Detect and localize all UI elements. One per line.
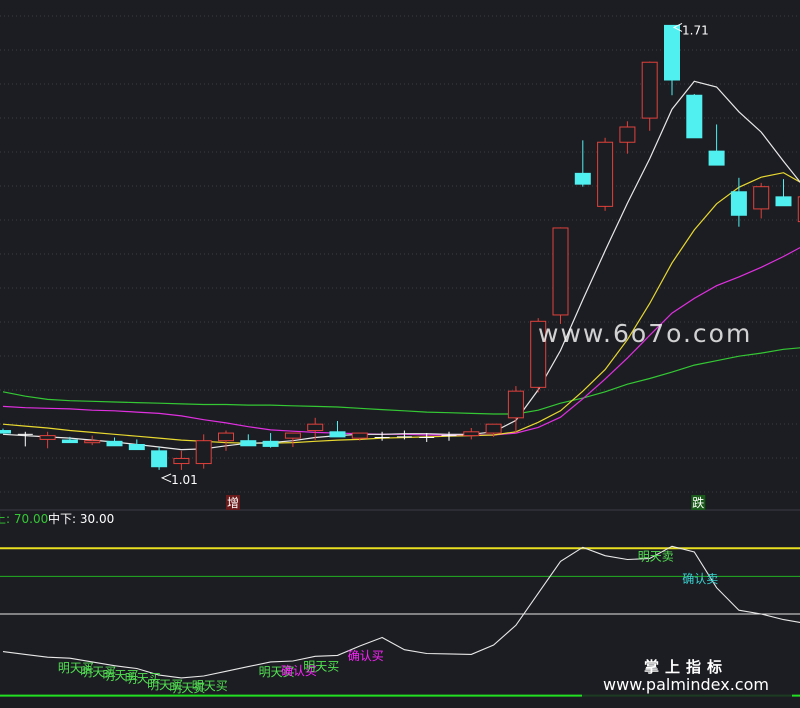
price-grid [0,15,800,493]
candle-body-up [463,431,480,437]
candle-body-up [173,457,190,465]
osc-signal-label: 确认卖 [682,572,718,586]
ma-white-line [2,80,800,451]
candle-body-down [262,440,279,447]
candle-body-down [0,430,11,434]
osc-lower-level-label: 中下: 30.00 [48,511,114,526]
candle-body-down [574,172,591,185]
zeng-marker: 增 [227,496,239,510]
watermark-domain: www.6o7o.com [538,319,752,348]
candle-body-up [485,423,502,434]
candle-body-down [775,196,792,207]
candle-body-down [151,450,168,468]
candlesticks [0,24,800,470]
candle-body-down [686,94,703,139]
osc-upper-level-label: 上: 70.00 [0,512,48,526]
candle-body-down [240,440,257,447]
candle-body-down [128,444,145,451]
low-arrow [160,473,172,483]
watermark-site: www.palmindex.com [603,675,769,694]
watermark-brand: 掌上指标 [644,658,728,676]
candle-body-up [597,141,614,207]
candle-body-up [39,435,56,440]
candle-body-down [329,431,346,438]
candle-body-down [664,24,680,81]
candle-body-down [61,439,78,444]
moving-averages [2,80,800,451]
candle-body-down [708,150,725,166]
ma-green-line [2,347,800,415]
candle-body-up [307,423,324,432]
high-price-label: 1.71 [682,23,709,37]
candle-body-up [218,432,234,442]
candle-body-up [351,432,368,439]
candle-body-up [552,227,569,316]
candle-body-up [753,186,770,210]
candle-body-up [507,390,524,419]
candle-body-up [284,432,301,439]
low-price-label: 1.01 [171,473,198,487]
die-marker: 跌 [692,495,704,510]
osc-signal-label: 明天卖 [638,549,674,563]
osc-signal-label: 明天买 [192,679,228,693]
candle-body-down [730,191,747,216]
price-annotations: 1.71 1.01 [160,22,709,487]
osc-signal-label: 确认买 [348,649,384,663]
candle-body-up [84,440,101,444]
oscillator-header: 上: 70.00 中下: 30.00 [0,511,114,526]
price-markers: 增 跌 [226,495,706,510]
candle-body-up [195,440,212,465]
candle-body-down [106,440,123,447]
chart-canvas: 1.71 1.01 增 跌 上: 70.00 中下: 30.00 明天买明天买明… [0,15,800,697]
candle-body-up [641,61,658,119]
osc-signal-label: 明天买 [303,659,339,673]
watermark: www.6o7o.com 掌上指标 www.palmindex.com [538,319,792,697]
candle-body-up [619,126,636,143]
